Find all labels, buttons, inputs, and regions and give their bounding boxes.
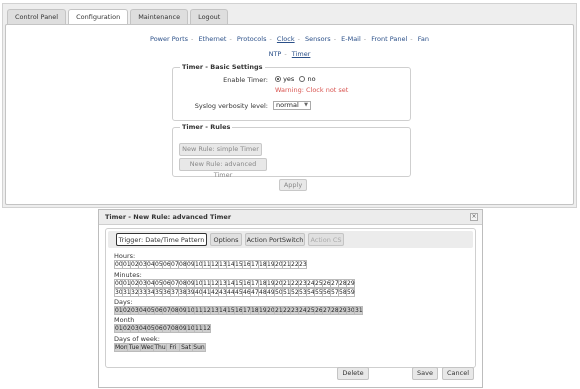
- hours-label: Hours:: [114, 252, 136, 260]
- clock-warning: Warning: Clock not set: [275, 86, 349, 94]
- main-panel: Control Panel Configuration Maintenance …: [2, 3, 577, 208]
- nav-fan[interactable]: Fan: [418, 35, 429, 43]
- dow-fri[interactable]: Fri: [166, 343, 180, 352]
- syslog-select[interactable]: normal ▼: [273, 101, 311, 110]
- tab-options[interactable]: Options: [210, 233, 242, 246]
- month-grid: 01 02 03 04 05 06 07 08 09 10 11 12: [114, 324, 211, 333]
- dow-wed[interactable]: Wed: [140, 343, 154, 352]
- month-cell[interactable]: 12: [202, 324, 211, 333]
- nav-power-ports[interactable]: Power Ports: [150, 35, 188, 43]
- save-button[interactable]: Save: [412, 367, 438, 380]
- nav-separator: -: [333, 35, 337, 43]
- dialog-title: Timer - New Rule: advanced Timer: [99, 210, 482, 225]
- nav-separator: -: [363, 35, 367, 43]
- tab-action-portswitch[interactable]: Action PortSwitch: [245, 233, 305, 246]
- month-label: Month: [114, 316, 135, 324]
- enable-no-label: no: [307, 75, 316, 83]
- dow-sat[interactable]: Sat: [179, 343, 193, 352]
- minutes-grid-row2: 30 31 32 33 34 35 36 37 38 39 40 41 42 43 44 45 46 47 48 49…: [114, 288, 355, 297]
- nav-separator: -: [297, 35, 300, 43]
- rules-legend: Timer - Rules: [180, 123, 233, 131]
- days-of-week-grid: Mon Tue Wed Thu Fri Sat Sun: [114, 343, 206, 352]
- close-icon[interactable]: ×: [470, 213, 478, 221]
- dow-tue[interactable]: Tue: [127, 343, 141, 352]
- enable-no-radio[interactable]: [299, 76, 306, 82]
- rules-group: Timer - Rules New Rule: simple Timer New…: [172, 123, 411, 179]
- config-subnav: NTP - Timer: [6, 50, 573, 58]
- syslog-label: Syslog verbosity level:: [194, 102, 268, 110]
- nav-email[interactable]: E-Mail: [341, 35, 361, 43]
- minutes-grid-row1: 00 01 02 03 04 05 06 07 08 09 10 11 12 13 14 15 16 17 18 19…: [114, 279, 355, 288]
- dow-sun[interactable]: Sun: [192, 343, 206, 352]
- syslog-value: normal: [276, 101, 299, 109]
- hour-cell[interactable]: 23: [298, 260, 307, 269]
- tab-control-panel[interactable]: Control Panel: [7, 9, 67, 25]
- enable-yes-label: yes: [283, 75, 295, 83]
- days-of-week-label: Days of week:: [114, 335, 160, 343]
- chevron-down-icon: ▼: [304, 102, 308, 108]
- advanced-timer-dialog: Timer - New Rule: advanced Timer × Trigg…: [98, 209, 483, 388]
- dialog-body: Trigger: Date/Time Pattern Options Actio…: [105, 228, 476, 368]
- nav-separator: -: [229, 35, 232, 43]
- hours-grid: 00 01 02 03 04 05 06 07 08 09 10 11 12 13 14 15 16 17 18 19…: [114, 260, 307, 269]
- nav-separator: -: [284, 50, 287, 58]
- dow-thu[interactable]: Thu: [153, 343, 167, 352]
- tab-maintenance[interactable]: Maintenance: [130, 9, 189, 25]
- minute-cell[interactable]: 29: [346, 279, 355, 288]
- tab-action-cs[interactable]: Action CS: [308, 233, 344, 246]
- tab-logout[interactable]: Logout: [190, 9, 229, 25]
- new-advanced-timer-button[interactable]: New Rule: advanced Timer: [179, 158, 267, 179]
- minutes-label: Minutes:: [114, 271, 142, 279]
- nav-ntp[interactable]: NTP: [269, 50, 282, 58]
- apply-button[interactable]: Apply: [279, 179, 307, 191]
- new-simple-timer-button[interactable]: New Rule: simple Timer: [179, 143, 262, 156]
- tab-trigger[interactable]: Trigger: Date/Time Pattern: [116, 233, 207, 246]
- nav-protocols[interactable]: Protocols: [237, 35, 267, 43]
- nav-front-panel[interactable]: Front Panel: [371, 35, 407, 43]
- nav-separator: -: [269, 35, 272, 43]
- dow-mon[interactable]: Mon: [114, 343, 128, 352]
- days-grid: 01 02 03 04 05 06 07 08 09 10 11 12 13 14 15 16 17 18 19 20…: [114, 306, 363, 315]
- basic-settings-legend: Timer - Basic Settings: [180, 63, 265, 71]
- delete-button[interactable]: Delete: [337, 367, 369, 380]
- days-label: Days:: [114, 298, 133, 306]
- nav-separator: -: [410, 35, 413, 43]
- nav-sensors[interactable]: Sensors: [305, 35, 331, 43]
- enable-timer-radios: yes no: [275, 75, 316, 83]
- enable-yes-radio[interactable]: [275, 76, 281, 82]
- nav-clock[interactable]: Clock: [277, 35, 295, 43]
- basic-settings-group: Timer - Basic Settings Enable Timer: yes…: [172, 63, 411, 121]
- minute-cell[interactable]: 59: [346, 288, 355, 297]
- cancel-button[interactable]: Cancel: [442, 367, 474, 380]
- configuration-content: Power Ports - Ethernet - Protocols - Clock -…: [5, 24, 574, 205]
- dialog-tabs: Trigger: Date/Time Pattern Options Actio…: [108, 231, 473, 248]
- enable-timer-label: Enable Timer:: [223, 76, 268, 84]
- day-cell[interactable]: 31: [354, 306, 363, 315]
- config-nav: Power Ports - Ethernet - Protocols - Clock -…: [6, 35, 573, 43]
- nav-timer[interactable]: Timer: [292, 50, 311, 58]
- nav-ethernet[interactable]: Ethernet: [198, 35, 226, 43]
- nav-separator: -: [191, 35, 194, 43]
